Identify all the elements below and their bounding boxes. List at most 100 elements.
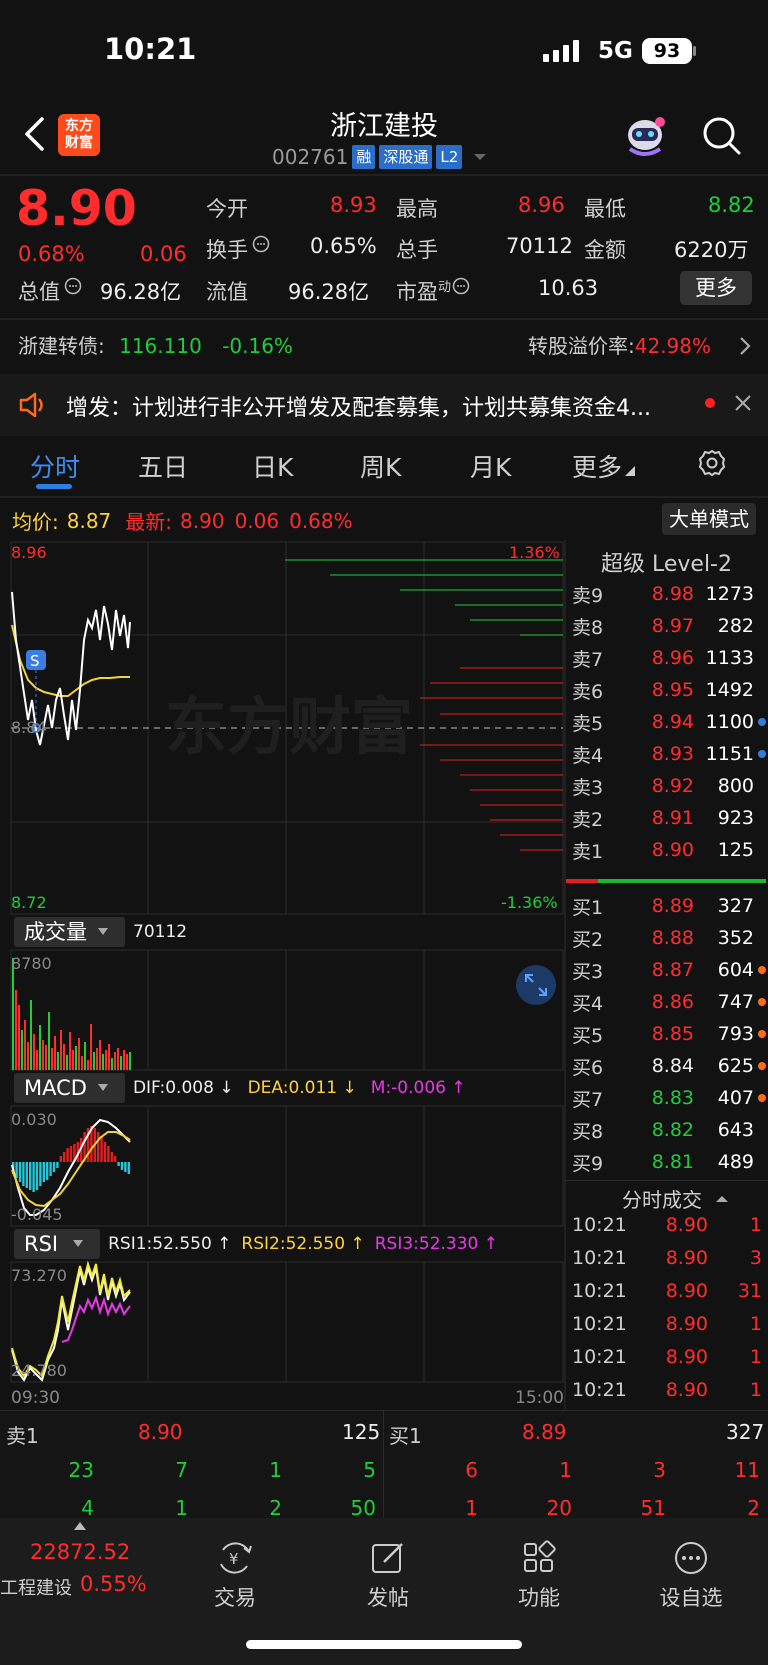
level2-title[interactable]: 超级 Level-2	[565, 546, 768, 578]
tick-time: 10:21	[572, 1346, 627, 1368]
info-icon[interactable]	[451, 276, 471, 296]
divider	[0, 318, 768, 320]
queue-order-size: 6	[465, 1458, 478, 1482]
nav-add-watchlist[interactable]: 设自选	[636, 1540, 746, 1612]
notice-bar[interactable]: 增发：计划进行非公开增发及配套募集，计划共募集资金4...	[0, 374, 768, 436]
index-pct[interactable]: 0.55%	[80, 1572, 147, 1596]
index-value[interactable]: 22872.52	[30, 1540, 130, 1564]
ask-row[interactable]: 卖1 8.90 125	[572, 834, 766, 866]
amount-label: 金额	[584, 238, 626, 262]
ask-row[interactable]: 卖8 8.97 282	[572, 610, 766, 642]
search-icon[interactable]	[702, 116, 742, 156]
open-value: 8.93	[330, 193, 377, 217]
queue-order-size: 50	[350, 1496, 376, 1520]
bid-row[interactable]: 买5 8.85 793	[572, 1018, 766, 1050]
more-button[interactable]: 更多	[680, 271, 752, 305]
l1-buy-price: 8.89	[522, 1420, 567, 1444]
volume-bar	[78, 1038, 80, 1070]
tick-price: 8.90	[665, 1247, 708, 1269]
rsi2-value: RSI2:52.550 ↑	[241, 1234, 365, 1254]
ask-price: 8.92	[651, 775, 694, 797]
robot-assistant-icon[interactable]	[622, 113, 668, 157]
queue-order-size: 5	[363, 1458, 376, 1482]
tag-connect: 深股通	[379, 145, 433, 169]
large-order-dot-icon	[758, 1030, 766, 1038]
volume-bar	[102, 1054, 104, 1070]
macd-indicator-select[interactable]: MACD	[14, 1073, 125, 1103]
bid-row[interactable]: 买1 8.89 327	[572, 890, 766, 922]
nav-post-label: 发帖	[367, 1586, 409, 1610]
big-order-mode-button[interactable]: 大单模式	[662, 503, 756, 535]
intraday-chart[interactable]: 东方财富 S 8.96 8.84 8.72 1.36% -1.36% 8780 …	[0, 540, 565, 1410]
bid-row[interactable]: 买4 8.86 747	[572, 986, 766, 1018]
divider	[564, 1180, 768, 1181]
ask-row[interactable]: 卖4 8.93 1151	[572, 738, 766, 770]
volume-bar	[129, 1052, 131, 1070]
tab-intraday[interactable]: 分时	[30, 448, 80, 484]
mktcap-label-group[interactable]: 总值	[18, 276, 83, 306]
bid-row[interactable]: 买8 8.82 643	[572, 1114, 766, 1146]
volume-axis-max: 8780	[11, 954, 52, 973]
bid-price: 8.88	[651, 927, 694, 949]
bid-row[interactable]: 买2 8.88 352	[572, 922, 766, 954]
queue-order-size: 20	[546, 1496, 572, 1520]
rsi-indicator-select[interactable]: RSI	[14, 1229, 101, 1259]
ticks-title: 分时成交	[622, 1188, 702, 1212]
ticks-header[interactable]: 分时成交	[622, 1184, 732, 1213]
tick-row: 10:21 8.90 1	[572, 1214, 762, 1236]
tab-monthly-k[interactable]: 月K	[470, 448, 511, 484]
volume-bar	[75, 1046, 77, 1070]
pe-label-group[interactable]: 市盈 动	[396, 276, 471, 306]
ask-row[interactable]: 卖6 8.95 1492	[572, 674, 766, 706]
macd-bar	[117, 1162, 120, 1166]
ask-price: 8.94	[651, 711, 694, 733]
time-end: 15:00	[515, 1388, 564, 1408]
macd-dea: DEA:0.011 ↓	[247, 1078, 357, 1098]
bid-row[interactable]: 买7 8.83 407	[572, 1082, 766, 1114]
bid-level-label: 买9	[572, 1152, 604, 1175]
tab-daily-k[interactable]: 日K	[252, 448, 293, 484]
cellular-signal-icon	[543, 40, 579, 62]
tab-weekly-k[interactable]: 周K	[360, 448, 401, 484]
tick-time: 10:21	[572, 1247, 627, 1269]
rsi1-value: RSI1:52.550 ↑	[108, 1234, 232, 1254]
bid-price: 8.81	[651, 1151, 694, 1173]
ask-volume: 282	[717, 615, 754, 637]
ask-row[interactable]: 卖9 8.98 1273	[572, 578, 766, 610]
index-name[interactable]: 工程建设	[0, 1574, 72, 1600]
tick-price: 8.90	[665, 1280, 708, 1302]
macd-bar	[124, 1162, 127, 1172]
bid-row[interactable]: 买9 8.81 489	[572, 1146, 766, 1178]
ask-row[interactable]: 卖3 8.92 800	[572, 770, 766, 802]
volume-indicator-select[interactable]: 成交量	[14, 917, 125, 947]
ask-row[interactable]: 卖2 8.91 923	[572, 802, 766, 834]
tab-more[interactable]: 更多	[572, 448, 622, 484]
info-icon[interactable]	[63, 276, 83, 296]
volume-bar	[54, 1036, 56, 1070]
bid-row[interactable]: 买6 8.84 625	[572, 1050, 766, 1082]
large-order-dot-icon	[758, 750, 766, 758]
convertible-bond-row[interactable]: 浙建转债: 116.110 -0.16%	[18, 330, 293, 359]
stock-code-row[interactable]: 002761 融 深股通 L2	[272, 145, 492, 169]
expand-up-icon[interactable]	[74, 1522, 86, 1530]
nav-post[interactable]: 发帖	[333, 1540, 443, 1612]
chevron-right-icon[interactable]	[738, 336, 752, 356]
large-order-dot-icon	[758, 718, 766, 726]
close-icon[interactable]	[734, 394, 752, 412]
volume-indicator-label: 成交量	[24, 920, 87, 944]
bid-row[interactable]: 买3 8.87 604	[572, 954, 766, 986]
nav-trade[interactable]: ¥ 交易	[180, 1540, 290, 1612]
level1-panel: 卖1 8.90 125 买1 8.89 327 23 7 1 5 4 1 2 50 6 1 3 11…	[0, 1410, 768, 1520]
turnover-label-group[interactable]: 换手	[206, 234, 271, 264]
premium-row[interactable]: 转股溢价率:42.98%	[528, 330, 711, 359]
tab-five-day[interactable]: 五日	[138, 448, 188, 484]
ask-row[interactable]: 卖7 8.96 1133	[572, 642, 766, 674]
y-axis-top: 8.96	[11, 543, 47, 562]
rsi-indicator-label: RSI	[24, 1232, 59, 1256]
amount-value: 6220万	[674, 238, 749, 262]
ask-row[interactable]: 卖5 8.94 1100	[572, 706, 766, 738]
settings-gear-icon[interactable]	[697, 448, 727, 478]
tick-volume: 1	[749, 1346, 762, 1368]
nav-functions[interactable]: 功能	[484, 1540, 594, 1612]
info-icon[interactable]	[251, 234, 271, 254]
